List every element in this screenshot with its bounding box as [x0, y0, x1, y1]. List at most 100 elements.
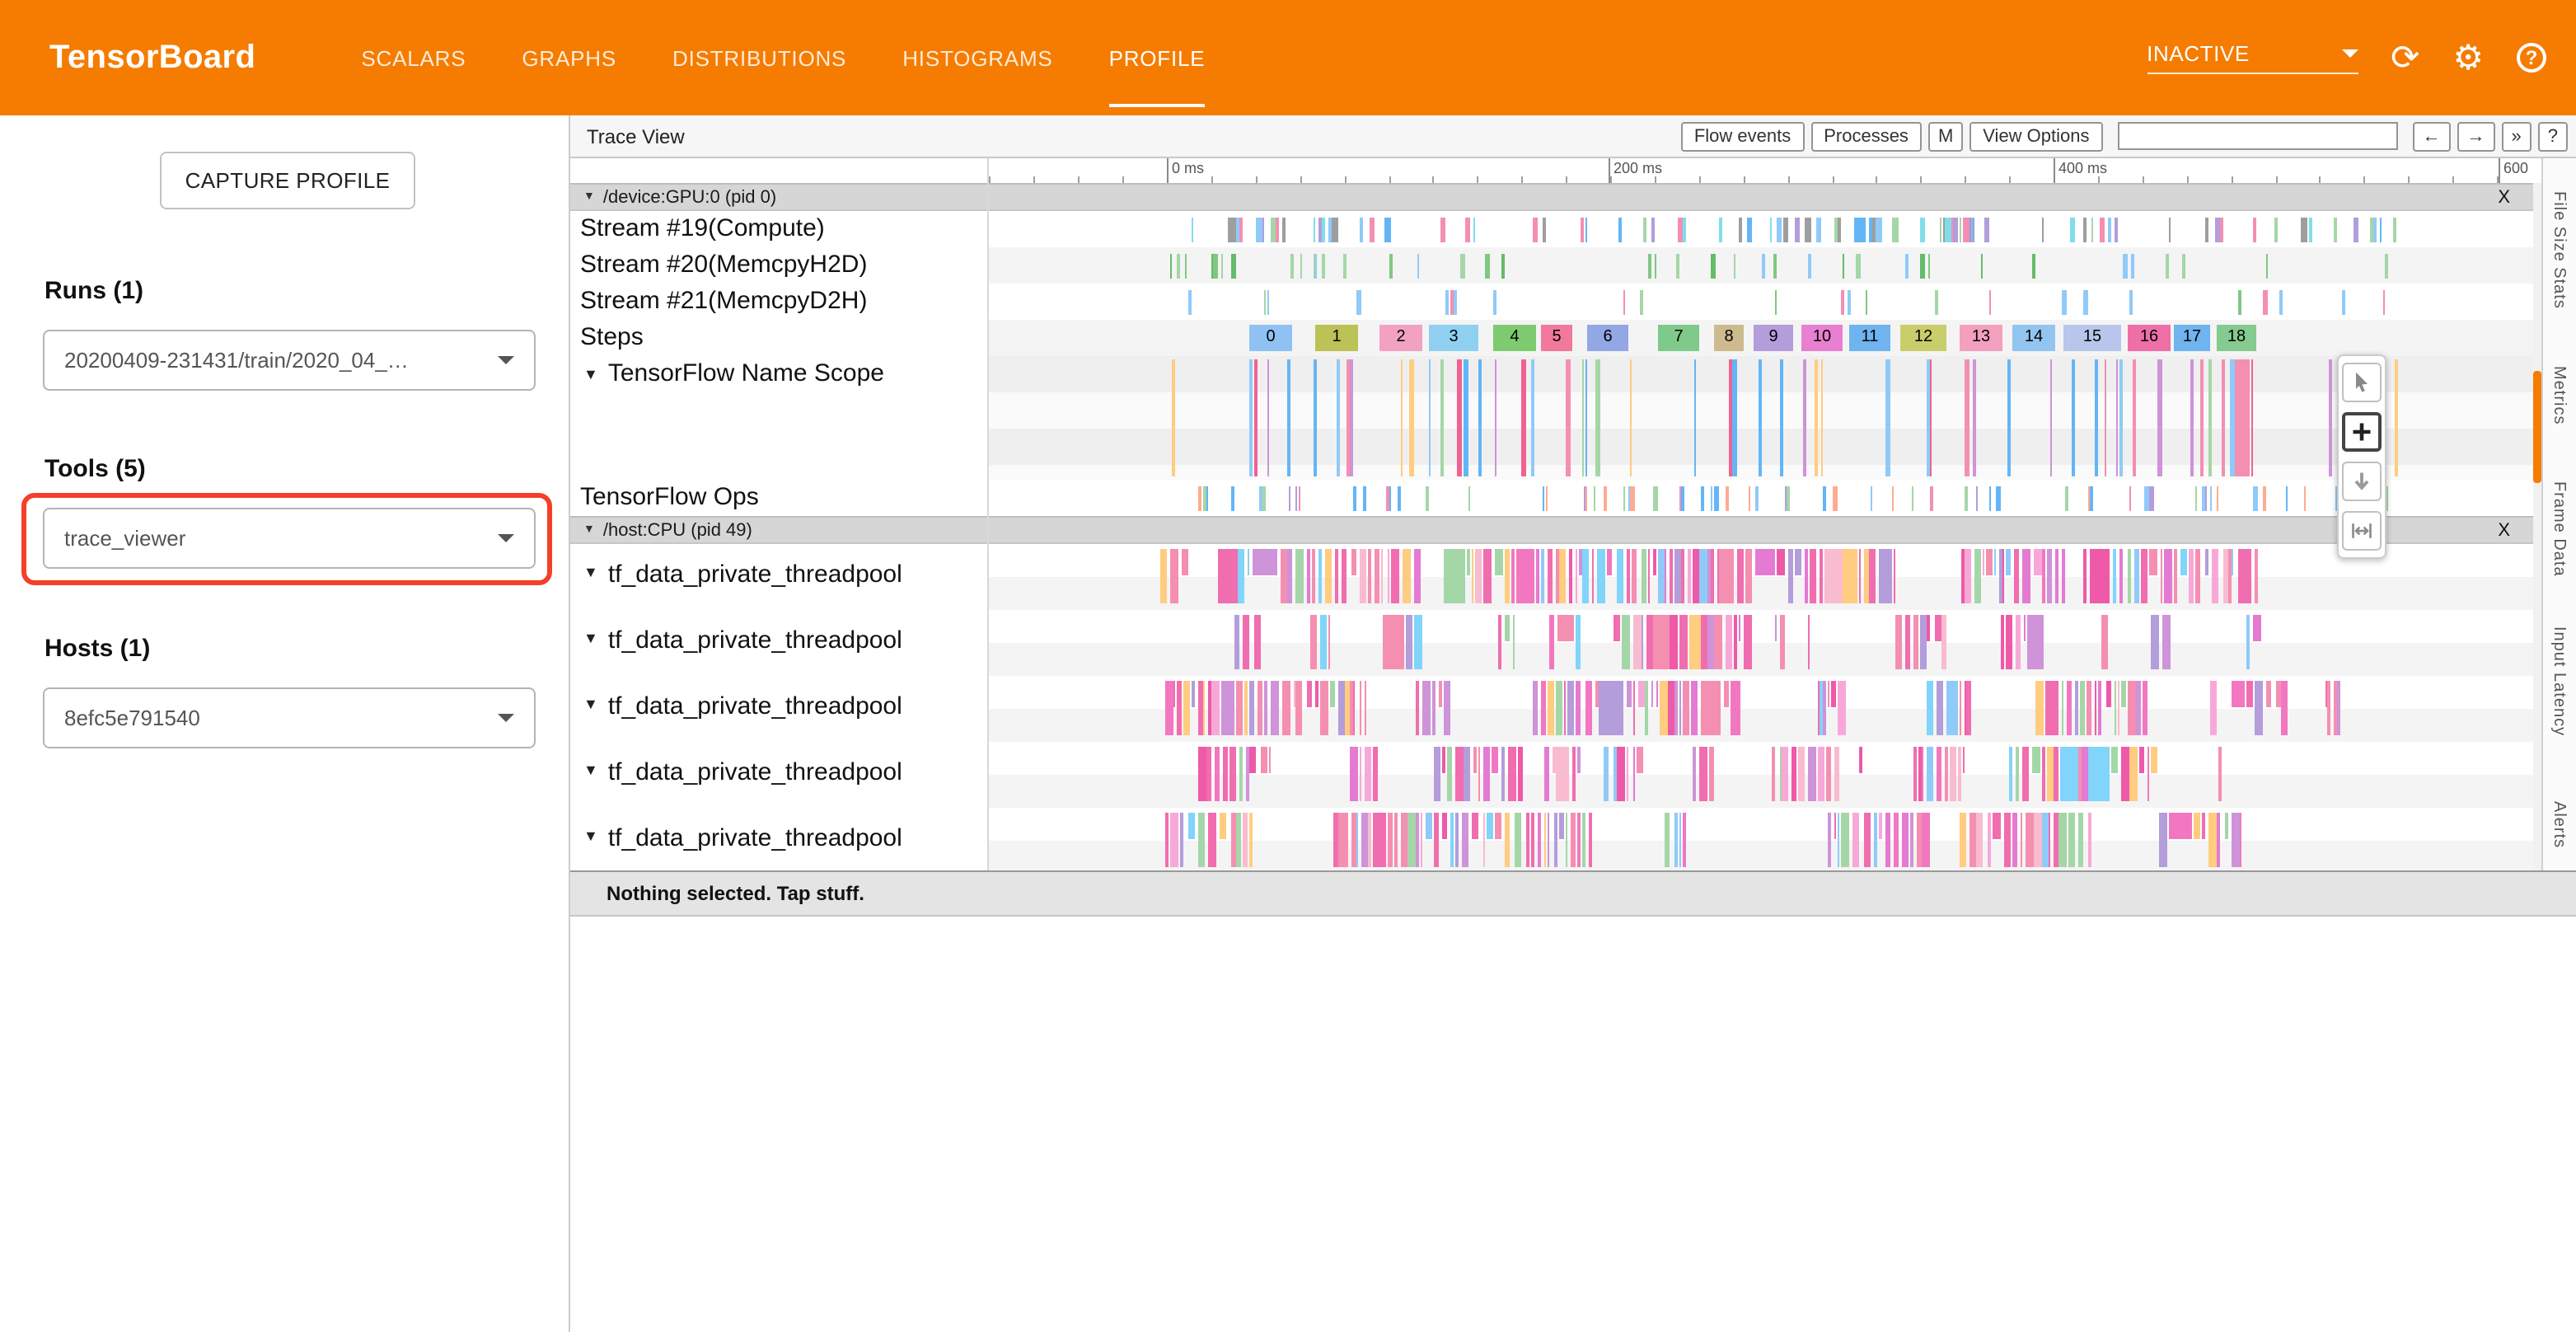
- track[interactable]: 0123456789101112131415161718: [987, 320, 2533, 356]
- metadata-button[interactable]: M: [1928, 121, 1963, 151]
- expander-icon[interactable]: ▼: [583, 564, 598, 580]
- gear-icon[interactable]: ⚙: [2452, 40, 2484, 75]
- close-icon[interactable]: X: [2498, 187, 2510, 207]
- flow-events-button[interactable]: Flow events: [1681, 121, 1804, 151]
- row-label[interactable]: TensorFlow Ops: [570, 480, 987, 516]
- expander-icon[interactable]: ▼: [583, 366, 598, 382]
- step-block[interactable]: 6: [1587, 325, 1628, 351]
- step-block[interactable]: 3: [1429, 325, 1478, 351]
- side-tab-alerts[interactable]: Alerts: [2550, 801, 2568, 848]
- refresh-icon[interactable]: ⟳: [2391, 40, 2419, 75]
- trace-event: [2282, 681, 2288, 735]
- section-header-host-cpu-pid-49[interactable]: ▼/host:CPU (pid 49)X: [570, 516, 2533, 544]
- trace-event: [1239, 747, 1243, 801]
- nav-scalars[interactable]: SCALARS: [361, 0, 466, 115]
- select-tool-button[interactable]: [2342, 363, 2382, 402]
- step-block[interactable]: 2: [1379, 325, 1422, 351]
- trace-event: [1774, 615, 1777, 641]
- trace-event: [1679, 681, 1680, 735]
- trace-event: [2046, 549, 2053, 603]
- expander-icon[interactable]: ▼: [583, 696, 598, 712]
- track[interactable]: [987, 808, 2533, 870]
- trace-event: [1579, 549, 1581, 575]
- help-icon[interactable]: ?: [2517, 43, 2546, 73]
- step-block[interactable]: 1: [1315, 325, 1358, 351]
- ruler-tick: [1433, 176, 1435, 183]
- step-block[interactable]: 7: [1658, 325, 1699, 351]
- trace-event: [2217, 485, 2218, 510]
- track[interactable]: [987, 284, 2533, 320]
- back-button[interactable]: ←: [2413, 121, 2451, 151]
- row-label[interactable]: ▼tf_data_private_threadpool: [570, 676, 987, 742]
- row-label[interactable]: ▼TensorFlow Name Scope: [570, 356, 987, 480]
- step-block[interactable]: 13: [1960, 325, 2002, 351]
- row-label[interactable]: ▼tf_data_private_threadpool: [570, 808, 987, 870]
- track[interactable]: [987, 480, 2533, 516]
- side-tab-metrics[interactable]: Metrics: [2550, 366, 2568, 424]
- forward-button[interactable]: →: [2457, 121, 2495, 151]
- step-block[interactable]: 5: [1541, 325, 1572, 351]
- row-label[interactable]: Steps: [570, 320, 987, 356]
- row-label[interactable]: Stream #21(MemcpyD2H): [570, 284, 987, 320]
- nav-graphs[interactable]: GRAPHS: [522, 0, 616, 115]
- side-tab-input-latency[interactable]: Input Latency: [2550, 626, 2568, 736]
- hosts-dropdown[interactable]: 8efc5e791540: [43, 687, 536, 748]
- step-block[interactable]: 16: [2128, 325, 2171, 351]
- row-label[interactable]: ▼tf_data_private_threadpool: [570, 544, 987, 610]
- step-block[interactable]: 17: [2174, 325, 2210, 351]
- trace-event: [1401, 813, 1407, 867]
- capture-profile-button[interactable]: CAPTURE PROFILE: [160, 152, 415, 209]
- section-header-device-gpu-0-pid-0[interactable]: ▼/device:GPU:0 (pid 0)X: [570, 183, 2533, 211]
- trace-search-input[interactable]: [2118, 122, 2398, 150]
- row-label[interactable]: ▼tf_data_private_threadpool: [570, 610, 987, 676]
- step-block[interactable]: 4: [1493, 325, 1536, 351]
- zoom-tool-button[interactable]: [2342, 412, 2382, 452]
- track[interactable]: [987, 676, 2533, 742]
- nav-distributions[interactable]: DISTRIBUTIONS: [672, 0, 846, 115]
- status-dropdown[interactable]: INACTIVE: [2147, 41, 2358, 74]
- step-block[interactable]: 9: [1754, 325, 1793, 351]
- track[interactable]: [987, 742, 2533, 808]
- trace-event: [1775, 289, 1777, 314]
- row-label[interactable]: Stream #20(MemcpyH2D): [570, 247, 987, 284]
- track[interactable]: [987, 544, 2533, 610]
- nav-profile[interactable]: PROFILE: [1109, 0, 1206, 115]
- trace-help-button[interactable]: ?: [2538, 121, 2568, 151]
- runs-dropdown[interactable]: 20200409-231431/train/2020_04_…: [43, 330, 536, 391]
- timing-tool-button[interactable]: [2342, 511, 2382, 551]
- tools-dropdown[interactable]: trace_viewer: [43, 508, 536, 569]
- step-block[interactable]: 0: [1249, 325, 1292, 351]
- step-block[interactable]: 8: [1714, 325, 1744, 351]
- more-button[interactable]: »: [2502, 121, 2532, 151]
- step-block[interactable]: 10: [1801, 325, 1843, 351]
- side-tab-frame-data[interactable]: Frame Data: [2550, 481, 2568, 577]
- expander-icon[interactable]: ▼: [583, 828, 598, 844]
- view-options-button[interactable]: View Options: [1969, 121, 2102, 151]
- scrollbar-thumb[interactable]: [2533, 371, 2541, 483]
- track[interactable]: [987, 610, 2533, 676]
- track[interactable]: [987, 211, 2533, 247]
- row-label[interactable]: ▼tf_data_private_threadpool: [570, 742, 987, 808]
- trace-event: [1533, 217, 1537, 242]
- trace-event: [1891, 485, 1895, 510]
- expander-icon[interactable]: ▼: [583, 630, 598, 646]
- trace-event: [1904, 253, 1908, 278]
- step-block[interactable]: 14: [2012, 325, 2055, 351]
- processes-button[interactable]: Processes: [1810, 121, 1922, 151]
- trace-event: [1282, 681, 1290, 735]
- track[interactable]: [987, 356, 2533, 480]
- step-block[interactable]: 15: [2063, 325, 2121, 351]
- trace-scrollbar[interactable]: [2533, 183, 2541, 870]
- step-block[interactable]: 18: [2217, 325, 2256, 351]
- nav-histograms[interactable]: HISTOGRAMS: [902, 0, 1052, 115]
- trace-event: [1591, 549, 1594, 603]
- side-tab-file-size-stats[interactable]: File Size Stats: [2550, 191, 2568, 309]
- track[interactable]: [987, 247, 2533, 284]
- pan-tool-button[interactable]: [2342, 462, 2382, 501]
- step-block[interactable]: 12: [1900, 325, 1946, 351]
- close-icon[interactable]: X: [2498, 520, 2510, 540]
- expander-icon[interactable]: ▼: [583, 762, 598, 778]
- step-block[interactable]: 11: [1849, 325, 1890, 351]
- trace-event: [1248, 549, 1250, 575]
- row-label[interactable]: Stream #19(Compute): [570, 211, 987, 247]
